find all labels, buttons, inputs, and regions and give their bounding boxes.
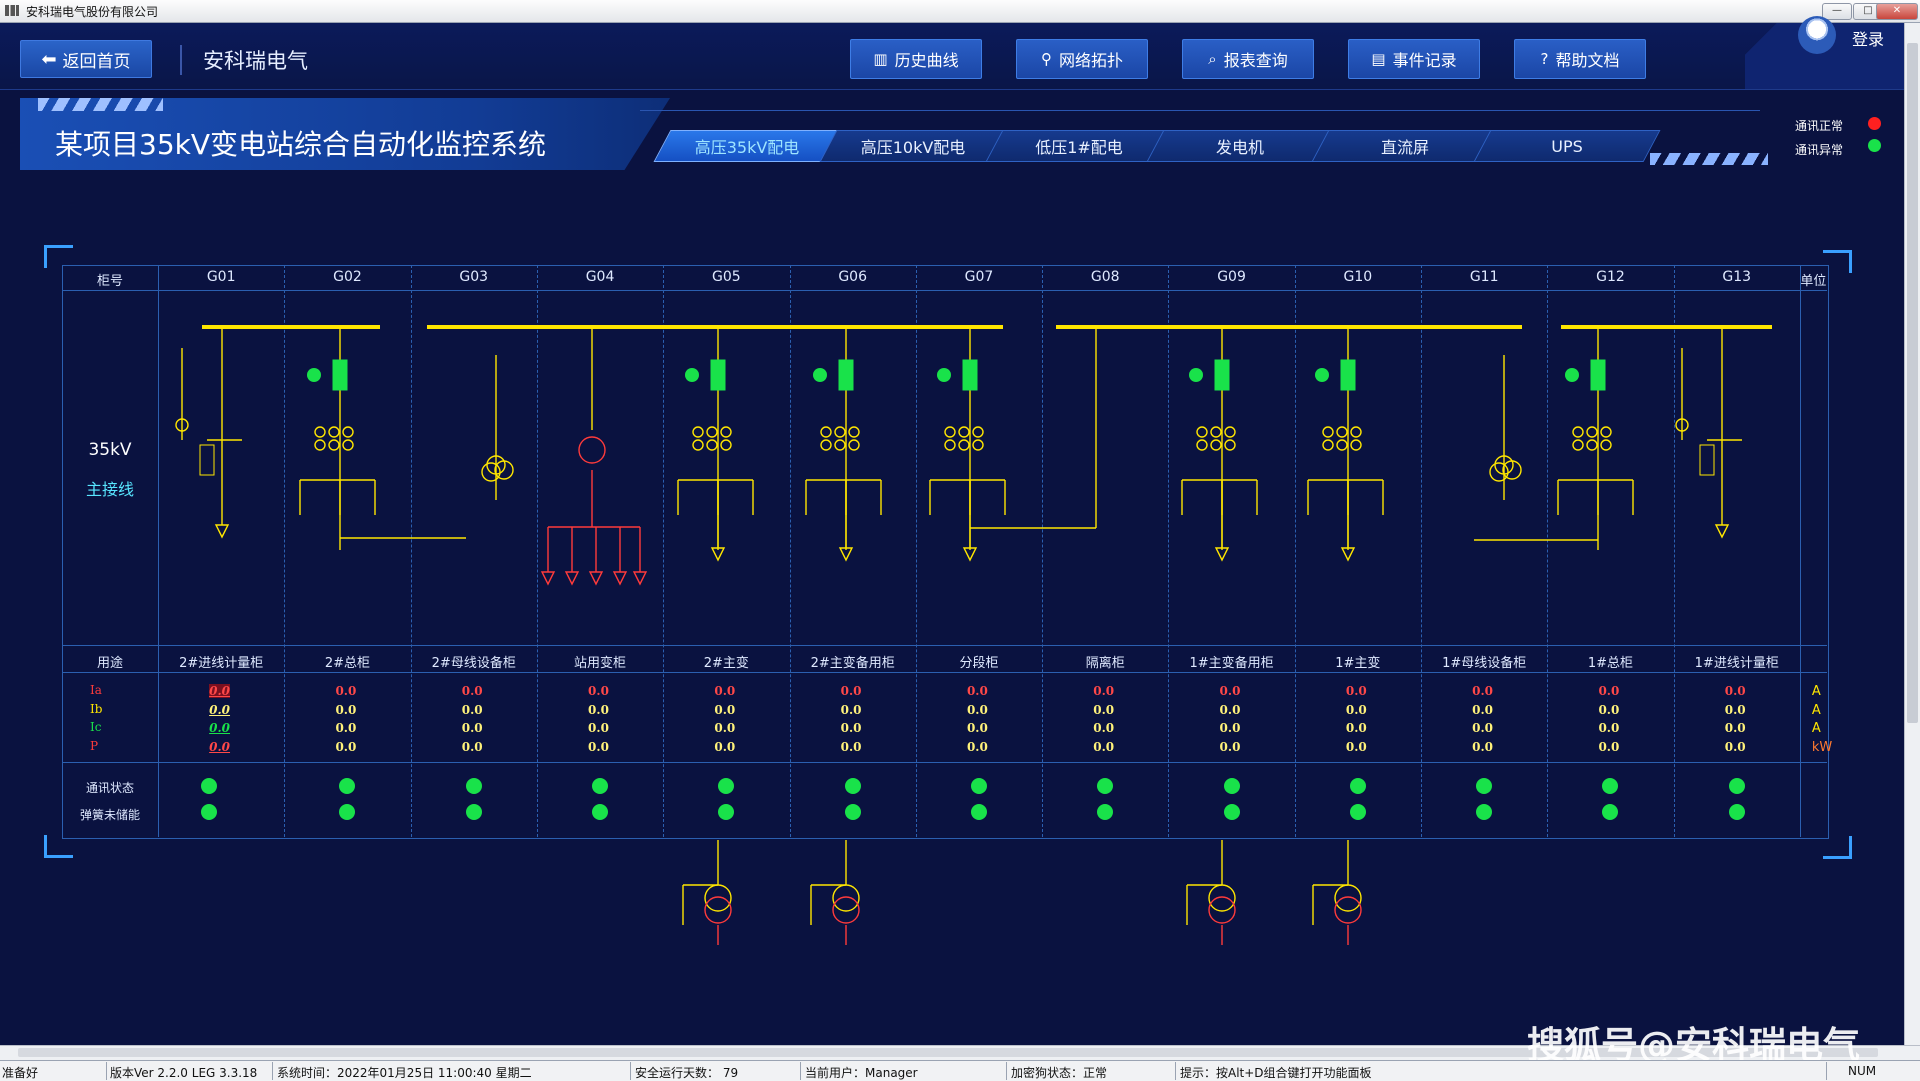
transformer-winding <box>1196 426 1208 438</box>
transformer-winding <box>834 426 846 438</box>
transformer-winding <box>972 426 984 438</box>
load-arrow <box>564 571 580 586</box>
breaker <box>199 444 215 476</box>
transformer-winding <box>944 426 956 438</box>
breaker <box>962 359 978 391</box>
transformer-winding <box>706 426 718 438</box>
load-arrow <box>588 571 604 586</box>
breaker <box>1214 359 1230 391</box>
status-system-time: 系统时间：2022年01月25日 11:00:40 星期二 <box>277 1066 532 1080</box>
breaker-indicator <box>685 368 699 382</box>
transformer-winding <box>578 436 606 464</box>
status-ready: 准备好 <box>2 1066 39 1080</box>
transformer-winding <box>1572 439 1584 451</box>
scrollbar-thumb[interactable] <box>1907 43 1918 723</box>
breaker <box>838 359 854 391</box>
load-arrow <box>632 571 648 586</box>
transformer-winding <box>1572 426 1584 438</box>
load-arrow <box>214 524 230 539</box>
transformer-winding <box>1336 439 1348 451</box>
load-arrow <box>612 571 628 586</box>
transformer-winding <box>692 426 704 438</box>
transformer-winding <box>1350 426 1362 438</box>
transformer-winding <box>328 426 340 438</box>
breaker-indicator <box>1565 368 1579 382</box>
breakers <box>199 359 1715 476</box>
transformer-winding <box>848 439 860 451</box>
status-divider <box>1006 1062 1007 1080</box>
breaker <box>710 359 726 391</box>
status-divider <box>1175 1062 1176 1080</box>
status-divider <box>800 1062 801 1080</box>
transformer-winding <box>958 426 970 438</box>
transformer-winding <box>972 439 984 451</box>
transformer-winding <box>944 439 956 451</box>
transformer-winding <box>342 439 354 451</box>
transformer-winding <box>720 439 732 451</box>
load-arrow <box>1714 524 1730 539</box>
transformer-winding <box>314 426 326 438</box>
transformer-winding <box>1334 884 1362 912</box>
transformer-winding <box>720 426 732 438</box>
transformer-winding <box>328 439 340 451</box>
feeder-lines <box>175 327 1742 945</box>
transformer-winding <box>1224 426 1236 438</box>
breaker-indicator <box>307 368 321 382</box>
transformer-winding <box>834 439 846 451</box>
status-divider <box>630 1062 631 1080</box>
transformer-winding <box>1224 439 1236 451</box>
breaker-indicator <box>1189 368 1203 382</box>
transformer-winding <box>1210 439 1222 451</box>
status-version: 版本Ver 2.2.0 LEG 3.3.18 <box>110 1066 258 1080</box>
transformer-winding <box>1586 439 1598 451</box>
status-dongle: 加密狗状态：正常 <box>1011 1066 1108 1080</box>
breaker <box>1590 359 1606 391</box>
status-num: NUM <box>1848 1064 1877 1078</box>
status-divider <box>272 1062 273 1080</box>
transformer-winding <box>832 884 860 912</box>
load-arrow <box>540 571 556 586</box>
transformer-winding <box>1600 426 1612 438</box>
transformer-winding <box>314 439 326 451</box>
vertical-scrollbar[interactable] <box>1904 23 1920 1045</box>
transformer-winding <box>1600 439 1612 451</box>
status-divider <box>106 1062 107 1080</box>
transformer-winding <box>1322 439 1334 451</box>
transformer-winding <box>1208 896 1236 924</box>
transformer-winding <box>832 896 860 924</box>
transformer-winding <box>1350 439 1362 451</box>
breaker <box>332 359 348 391</box>
transformer-winding <box>848 426 860 438</box>
breaker-indicator <box>937 368 951 382</box>
status-divider <box>1826 1062 1827 1080</box>
transformer-winding <box>1322 426 1334 438</box>
single-line-diagram <box>175 325 1772 945</box>
transformer-winding <box>706 439 718 451</box>
transformer-winding <box>820 439 832 451</box>
breaker-indicator <box>813 368 827 382</box>
transformer-winding <box>692 439 704 451</box>
transformer-winding <box>1334 896 1362 924</box>
breaker <box>1340 359 1356 391</box>
breaker <box>1699 444 1715 476</box>
transformer-winding <box>1336 426 1348 438</box>
transformer-winding <box>958 439 970 451</box>
transformer-winding <box>704 896 732 924</box>
transformer-winding <box>1210 426 1222 438</box>
transformer-winding <box>1196 439 1208 451</box>
status-bar: 准备好 版本Ver 2.2.0 LEG 3.3.18 系统时间：2022年01月… <box>0 1060 1920 1081</box>
breaker-indicator <box>1315 368 1329 382</box>
status-current-user: 当前用户：Manager <box>805 1066 918 1080</box>
status-hint: 提示：按Alt+D组合键打开功能面板 <box>1180 1066 1372 1080</box>
transformer-winding <box>820 426 832 438</box>
transformer-winding <box>1586 426 1598 438</box>
transformer-winding <box>1208 884 1236 912</box>
transformer-winding <box>704 884 732 912</box>
transformer-winding <box>342 426 354 438</box>
status-safe-days: 安全运行天数： 79 <box>635 1066 739 1080</box>
